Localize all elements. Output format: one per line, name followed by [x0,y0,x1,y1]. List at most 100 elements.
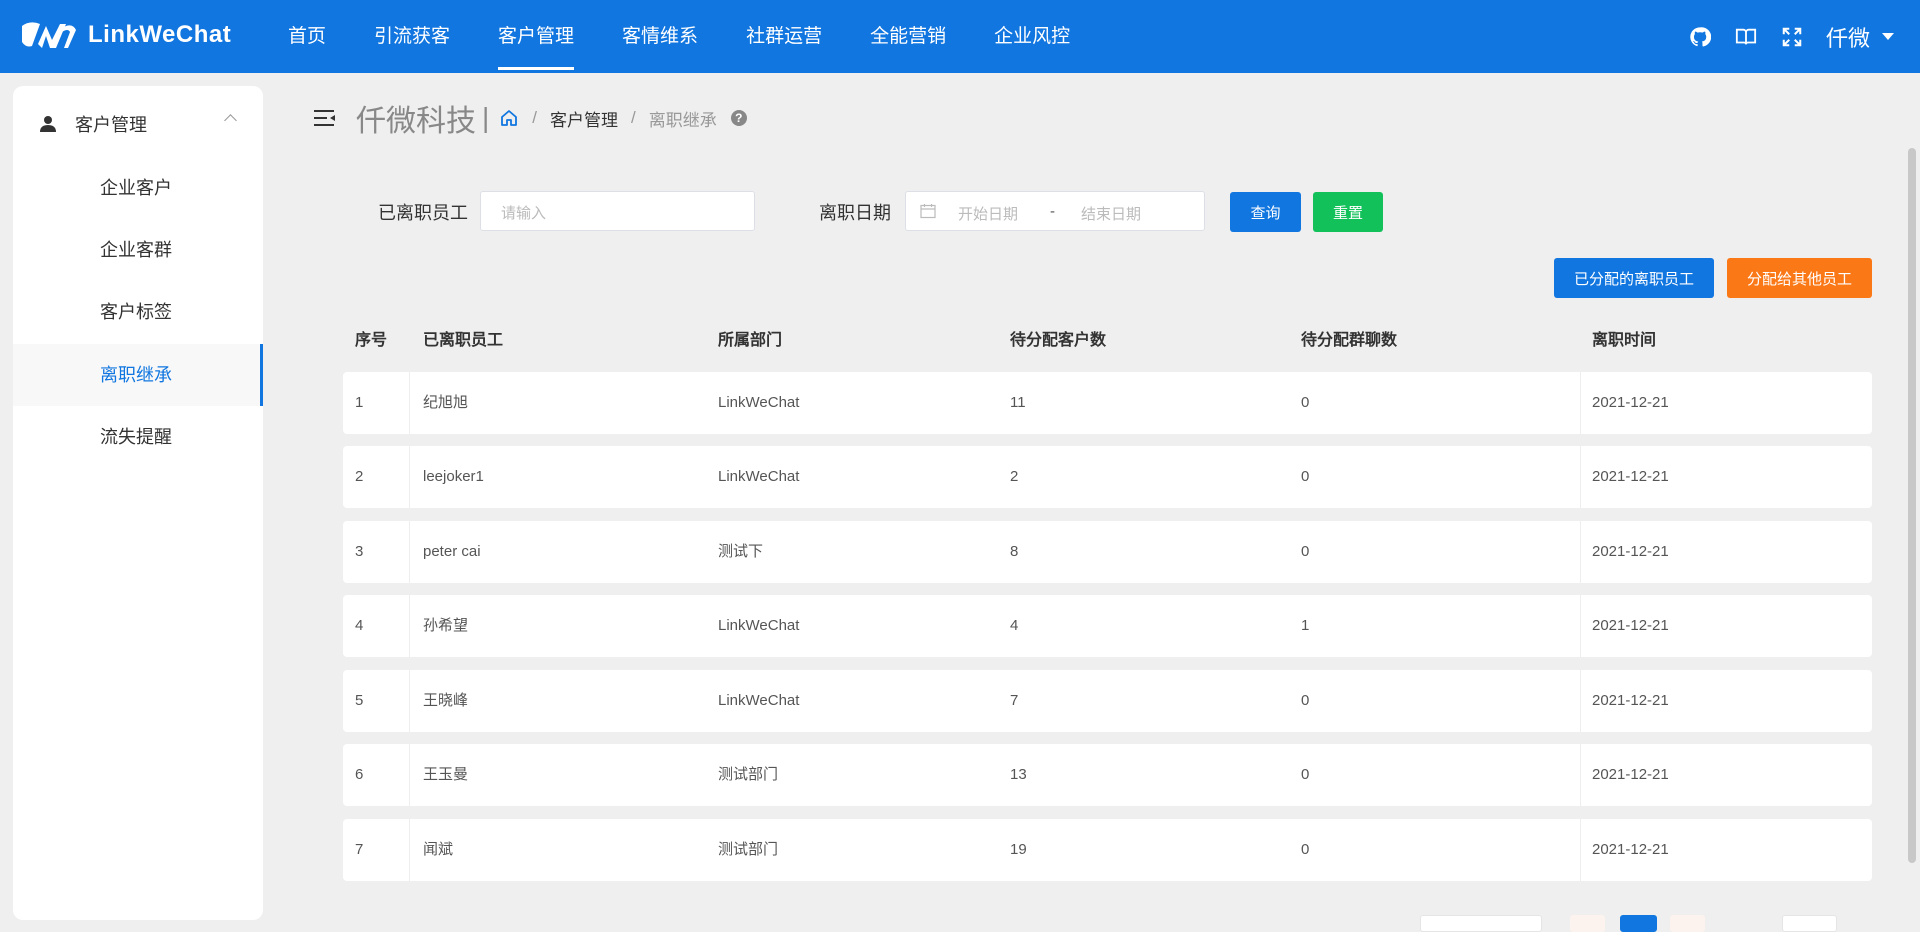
date-separator: - [1050,203,1055,220]
user-icon [40,115,56,132]
start-date-input[interactable]: 开始日期 [958,203,1018,224]
nav-item-customer-management[interactable]: 客户管理 [498,0,575,73]
nav-item-home[interactable]: 首页 [288,0,326,73]
cell-index: 3 [355,543,364,560]
nav-item-community[interactable]: 社群运营 [746,0,822,73]
sidebar: 客户管理 企业客户 企业客群 客户标签 离职继承 流失提醒 [13,86,263,920]
prev-page-button[interactable] [1570,915,1605,932]
page-scrollbar[interactable] [1908,148,1916,863]
employee-search-input[interactable]: 请输入 [480,191,755,231]
cell-pending-groups: 0 [1301,394,1310,411]
column-header-index: 序号 [355,332,388,349]
assign-to-other-button[interactable]: 分配给其他员工 [1727,258,1872,298]
cell-department: LinkWeChat [718,468,800,485]
cell-pending-customers: 11 [1010,394,1026,411]
cell-resign-date: 2021-12-21 [1592,692,1669,709]
nav-item-marketing[interactable]: 全能营销 [870,0,946,73]
cell-employee: 纪旭旭 [423,394,469,411]
cell-department: LinkWeChat [718,617,800,634]
sidebar-item-enterprise-groups[interactable]: 企业客群 [13,219,263,281]
page-jump-input[interactable] [1782,915,1837,932]
page-size-select[interactable] [1420,915,1542,932]
cell-resign-date: 2021-12-21 [1592,468,1669,485]
cell-index: 7 [355,841,364,858]
github-icon[interactable] [1688,25,1712,49]
collapse-menu-icon[interactable] [314,109,336,127]
cell-resign-date: 2021-12-21 [1592,841,1669,858]
cell-index: 1 [355,394,364,411]
table-row[interactable]: 4 孙希望 LinkWeChat 4 1 2021-12-21 [343,595,1872,657]
row-divider [409,521,410,583]
sidebar-section-label: 客户管理 [75,114,147,135]
book-icon[interactable] [1734,25,1758,49]
cell-employee: peter cai [423,543,481,560]
sidebar-item-resignation-inheritance[interactable]: 离职继承 [13,344,263,406]
cell-pending-customers: 8 [1010,543,1019,560]
main-nav: 首页 引流获客 客户管理 客情维系 社群运营 全能营销 企业风控 [288,0,1118,73]
breadcrumb-customer-management[interactable]: 客户管理 [550,106,618,131]
cell-department: LinkWeChat [718,394,800,411]
cell-pending-groups: 0 [1301,468,1310,485]
cell-pending-groups: 0 [1301,543,1310,560]
nav-right-tools: 仟微 [1688,0,1894,73]
row-divider [1580,819,1581,881]
column-header-pending-customers: 待分配客户数 [1010,332,1107,349]
table-row[interactable]: 7 闻斌 测试部门 19 0 2021-12-21 [343,819,1872,881]
cell-resign-date: 2021-12-21 [1592,617,1669,634]
top-navbar: LinkWeChat 首页 引流获客 客户管理 客情维系 社群运营 全能营销 企… [0,0,1920,73]
logo-mark-icon [22,22,76,48]
cell-index: 4 [355,617,364,634]
date-filter-label: 离职日期 [819,203,891,223]
fullscreen-icon[interactable] [1780,25,1804,49]
nav-item-risk-control[interactable]: 企业风控 [994,0,1070,73]
next-page-button[interactable] [1670,915,1705,932]
cell-department: 测试下 [718,543,764,560]
cell-pending-groups: 1 [1301,617,1310,634]
sidebar-item-enterprise-customers[interactable]: 企业客户 [13,157,263,219]
cell-employee: 闻斌 [423,841,454,858]
row-divider [1580,372,1581,434]
assigned-employees-button[interactable]: 已分配的离职员工 [1554,258,1714,298]
brand-title: 仟微科技 [356,105,476,138]
table-row[interactable]: 6 王玉曼 测试部门 13 0 2021-12-21 [343,744,1872,806]
nav-item-acquisition[interactable]: 引流获客 [374,0,450,73]
sidebar-item-churn-alert[interactable]: 流失提醒 [13,406,263,468]
user-menu[interactable]: 仟微 [1826,21,1894,53]
row-divider [1580,670,1581,732]
row-divider [1580,521,1581,583]
column-header-employee: 已离职员工 [423,332,504,349]
cell-pending-customers: 2 [1010,468,1019,485]
nav-item-customer-relations[interactable]: 客情维系 [622,0,698,73]
row-divider [409,819,410,881]
page-number-active[interactable] [1620,915,1657,932]
end-date-input[interactable]: 结束日期 [1081,203,1141,224]
row-divider [1580,446,1581,508]
table-row[interactable]: 1 纪旭旭 LinkWeChat 11 0 2021-12-21 [343,372,1872,434]
cell-department: 测试部门 [718,841,779,858]
chevron-down-icon [1882,33,1894,40]
sidebar-item-customer-tags[interactable]: 客户标签 [13,281,263,343]
logo-text: LinkWeChat [88,21,232,48]
row-divider [409,372,410,434]
reset-button[interactable]: 重置 [1313,192,1383,232]
calendar-icon [920,204,936,219]
cell-employee: leejoker1 [423,468,484,485]
breadcrumb: 仟微科技 | / 客户管理 / 离职继承 ? [314,100,747,138]
breadcrumb-separator: / [631,108,636,127]
date-range-picker[interactable]: 开始日期 - 结束日期 [905,191,1205,231]
cell-pending-customers: 13 [1010,766,1027,783]
cell-index: 6 [355,766,364,783]
help-icon[interactable]: ? [730,110,747,126]
table-row[interactable]: 2 leejoker1 LinkWeChat 2 0 2021-12-21 [343,446,1872,508]
chevron-up-icon [224,114,237,127]
cell-resign-date: 2021-12-21 [1592,543,1669,560]
logo[interactable]: LinkWeChat [18,18,231,52]
cell-pending-customers: 4 [1010,617,1019,634]
column-header-pending-groups: 待分配群聊数 [1301,332,1398,349]
column-header-department: 所属部门 [718,332,783,349]
home-icon[interactable] [499,108,519,128]
sidebar-section-customer-management[interactable]: 客户管理 [13,86,263,161]
query-button[interactable]: 查询 [1230,192,1301,232]
table-row[interactable]: 3 peter cai 测试下 8 0 2021-12-21 [343,521,1872,583]
table-row[interactable]: 5 王晓峰 LinkWeChat 7 0 2021-12-21 [343,670,1872,732]
